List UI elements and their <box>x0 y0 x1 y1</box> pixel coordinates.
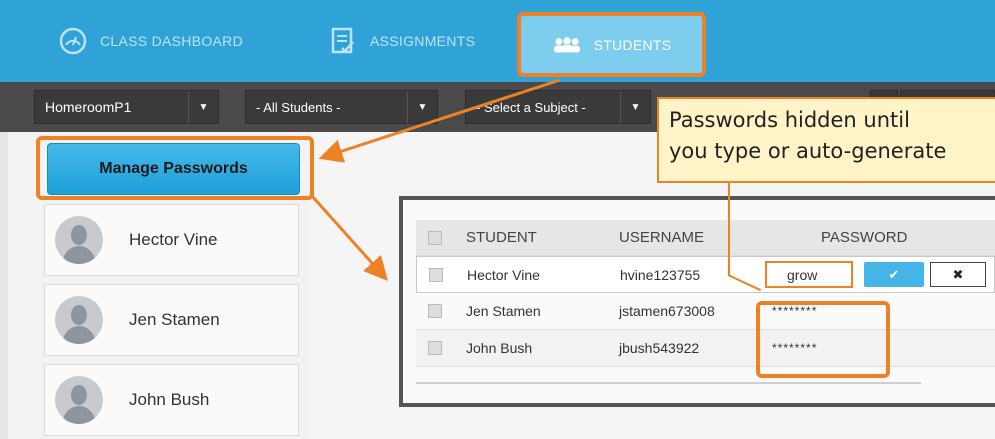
arrow-icon <box>310 194 389 281</box>
nav-label: STUDENTS <box>593 36 672 53</box>
row-checkbox[interactable] <box>429 267 443 282</box>
avatar <box>55 376 103 424</box>
student-name: John Bush <box>129 390 210 409</box>
col-username: USERNAME <box>619 229 705 246</box>
nav-label: ASSIGNMENTS <box>370 33 476 49</box>
chevron-down-icon: ▼ <box>188 91 218 123</box>
class-select[interactable]: HomeroomP1 ▼ <box>34 90 219 124</box>
student-card[interactable]: Hector Vine <box>44 204 299 276</box>
callout-line-2: you type or auto-generate <box>669 139 947 163</box>
table-row: Hector Vine hvine123755 grow ✔ ✖ <box>416 256 995 293</box>
table-row: Jen Stamen jstamen673008 ******** <box>416 293 995 330</box>
class-select-value: HomeroomP1 <box>45 99 132 115</box>
student-card[interactable]: Jen Stamen <box>44 284 299 356</box>
students-group-icon <box>552 30 582 60</box>
cell-username: hvine123755 <box>620 266 701 283</box>
students-select-value: - All Students - <box>256 99 341 115</box>
subject-select[interactable]: - Select a Subject - ▼ <box>465 90 651 124</box>
password-input[interactable]: grow <box>765 261 853 288</box>
select-all-checkbox[interactable] <box>428 230 442 245</box>
chevron-down-icon: ▼ <box>407 91 437 123</box>
dashboard-gauge-icon <box>58 26 88 56</box>
cancel-button[interactable]: ✖ <box>930 262 986 287</box>
nav-label: CLASS DASHBOARD <box>100 33 243 49</box>
student-name: Hector Vine <box>129 230 218 249</box>
avatar <box>55 296 103 344</box>
col-student: STUDENT <box>466 229 537 246</box>
manage-passwords-button[interactable]: Manage Passwords <box>47 143 300 195</box>
password-table: STUDENT USERNAME PASSWORD Hector Vine hv… <box>416 220 995 367</box>
subject-select-value: - Select a Subject - <box>476 99 586 115</box>
cell-student: Jen Stamen <box>466 303 541 319</box>
students-select[interactable]: - All Students - ▼ <box>245 90 438 124</box>
callout-line-1: Passwords hidden until <box>669 108 910 132</box>
table-header: STUDENT USERNAME PASSWORD <box>416 220 995 256</box>
callout-note: Passwords hidden until you type or auto-… <box>657 97 995 183</box>
student-name: Jen Stamen <box>129 310 220 329</box>
nav-class-dashboard[interactable]: CLASS DASHBOARD <box>58 0 243 82</box>
col-password: PASSWORD <box>821 229 908 246</box>
table-row: John Bush jbush543922 ******** <box>416 330 995 367</box>
callout-connector <box>728 183 730 276</box>
assignment-doc-icon <box>328 26 358 56</box>
nav-students[interactable]: STUDENTS <box>517 12 706 77</box>
cell-student: Hector Vine <box>467 266 540 283</box>
cell-student: John Bush <box>466 340 533 356</box>
row-checkbox[interactable] <box>428 304 442 318</box>
cell-username: jstamen673008 <box>619 303 715 319</box>
nav-assignments[interactable]: ASSIGNMENTS <box>328 0 475 82</box>
confirm-button[interactable]: ✔ <box>864 262 924 287</box>
horizontal-scrollbar[interactable] <box>416 382 921 384</box>
chevron-down-icon: ▼ <box>620 91 650 123</box>
row-checkbox[interactable] <box>428 341 442 355</box>
cell-username: jbush543922 <box>619 340 700 356</box>
password-highlight <box>756 301 890 378</box>
student-card[interactable]: John Bush <box>44 364 299 436</box>
top-nav: CLASS DASHBOARD ASSIGNMENTS STUDENTS <box>0 0 995 82</box>
avatar <box>55 216 103 264</box>
